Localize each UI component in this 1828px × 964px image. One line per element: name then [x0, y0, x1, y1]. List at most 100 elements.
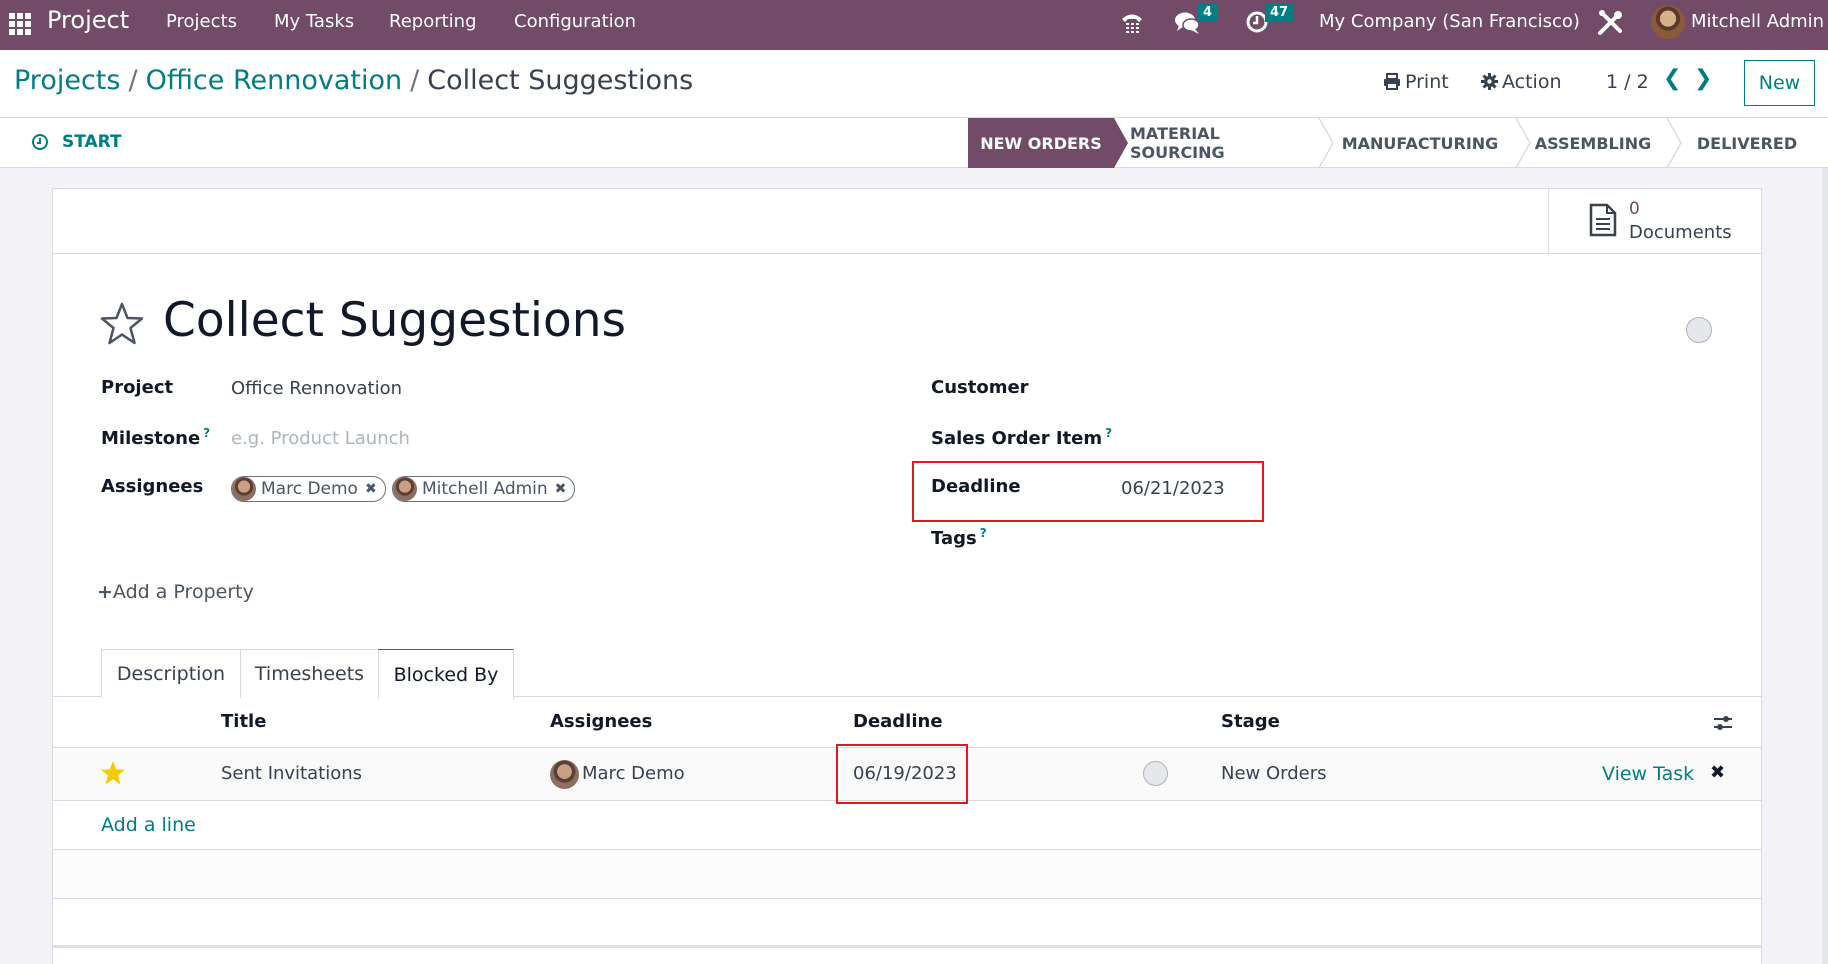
start-label: START [62, 132, 122, 152]
favorite-star-icon[interactable] [99, 301, 145, 347]
documents-button[interactable]: 0 Documents [1548, 189, 1761, 253]
stage-assembling[interactable]: ASSEMBLING [1514, 118, 1664, 168]
sales-order-item-label: Sales Order Item? [931, 426, 1112, 449]
customer-field[interactable] [1121, 378, 1621, 402]
menu-configuration[interactable]: Configuration [514, 11, 636, 32]
delete-row-icon[interactable]: ✖ [1710, 762, 1725, 783]
document-icon [1589, 203, 1617, 237]
stage-separator [1515, 118, 1531, 168]
stage-pipeline: NEW ORDERS MATERIAL SOURCING MANUFACTURI… [968, 118, 1816, 168]
deadline-field[interactable]: 06/21/2023 [1121, 478, 1225, 499]
view-task-button[interactable]: View Task [1602, 763, 1694, 785]
smart-button-box: 0 Documents [53, 189, 1761, 254]
empty-row [53, 850, 1761, 899]
action-label: Action [1502, 71, 1562, 93]
tags-label-text: Tags [931, 528, 977, 549]
breadcrumb-separator: / [410, 65, 420, 96]
pager-previous-icon[interactable]: ❮ [1663, 66, 1681, 91]
tab-blocked-by[interactable]: Blocked By [378, 649, 514, 699]
help-icon[interactable]: ? [980, 526, 987, 540]
top-navbar: Project Projects My Tasks Reporting Conf… [0, 0, 1828, 50]
assignee-tag: Marc Demo ✖ [231, 476, 386, 502]
breadcrumb-project[interactable]: Office Rennovation [146, 65, 403, 96]
column-deadline[interactable]: Deadline [853, 711, 943, 732]
pager-value[interactable]: 1 / 2 [1606, 71, 1649, 93]
column-title[interactable]: Title [221, 711, 266, 732]
avatar [550, 760, 579, 789]
remove-tag-icon[interactable]: ✖ [365, 481, 377, 497]
stage-material-sourcing[interactable]: MATERIAL SOURCING [1114, 118, 1318, 168]
status-bar: START NEW ORDERS MATERIAL SOURCING MANUF… [0, 118, 1828, 168]
customer-label: Customer [931, 377, 1029, 398]
company-switcher[interactable]: My Company (San Francisco) [1319, 11, 1580, 32]
kanban-state-indicator[interactable] [1686, 317, 1712, 343]
column-stage[interactable]: Stage [1221, 711, 1280, 732]
scrollbar[interactable] [1822, 168, 1828, 964]
menu-my-tasks[interactable]: My Tasks [274, 11, 354, 32]
start-timer-button[interactable]: START [32, 132, 122, 152]
breadcrumb-projects[interactable]: Projects [14, 65, 120, 96]
apps-menu-icon[interactable] [9, 13, 31, 35]
tags-label: Tags? [931, 526, 987, 549]
print-label: Print [1405, 71, 1449, 93]
tab-description[interactable]: Description [101, 649, 241, 698]
project-field[interactable]: Office Rennovation [231, 378, 402, 399]
row-assignee: Marc Demo [582, 763, 685, 784]
stage-separator [1318, 118, 1334, 168]
action-button[interactable]: Action [1481, 71, 1562, 95]
print-button[interactable]: Print [1383, 71, 1449, 95]
notebook-tabs: Description Timesheets Blocked By [53, 649, 1761, 699]
gear-icon [1481, 73, 1498, 95]
add-property-button[interactable]: +Add a Property [97, 581, 254, 603]
messages-badge: 4 [1198, 3, 1218, 22]
help-icon[interactable]: ? [203, 426, 210, 440]
list-header: Title Assignees Deadline Stage [53, 698, 1761, 748]
stage-new-orders[interactable]: NEW ORDERS [968, 118, 1128, 168]
remove-tag-icon[interactable]: ✖ [555, 481, 567, 497]
user-menu[interactable]: Mitchell Admin [1691, 11, 1824, 32]
row-deadline: 06/19/2023 [853, 763, 957, 784]
menu-projects[interactable]: Projects [166, 11, 237, 32]
row-stage: New Orders [1221, 763, 1327, 784]
assignee-name: Mitchell Admin [422, 479, 548, 499]
row-title: Sent Invitations [221, 763, 363, 784]
stage-delivered[interactable]: DELIVERED [1664, 118, 1816, 168]
breadcrumb: Projects / Office Rennovation / Collect Sugg… [14, 65, 693, 96]
pager-next-icon[interactable]: ❯ [1694, 66, 1712, 91]
add-line-row: Add a line [53, 801, 1761, 850]
add-line-button[interactable]: Add a line [101, 814, 196, 836]
debug-tools-icon[interactable] [1596, 9, 1624, 43]
task-title[interactable]: Collect Suggestions [163, 293, 626, 348]
stage-manufacturing[interactable]: MANUFACTURING [1318, 118, 1514, 168]
clock-icon [32, 134, 48, 150]
breadcrumb-current: Collect Suggestions [427, 65, 694, 96]
new-button[interactable]: New [1744, 60, 1815, 106]
phone-icon[interactable] [1120, 11, 1144, 43]
help-icon[interactable]: ? [1105, 426, 1112, 440]
form-sheet: 0 Documents Collect Suggestions Project … [52, 188, 1762, 964]
activities-badge: 47 [1265, 3, 1294, 22]
app-name[interactable]: Project [47, 6, 129, 34]
breadcrumb-separator: / [128, 65, 138, 96]
deadline-label: Deadline [931, 476, 1021, 497]
avatar [393, 477, 417, 501]
row-kanban-state[interactable] [1143, 761, 1168, 786]
project-label: Project [101, 377, 174, 398]
user-avatar[interactable] [1651, 5, 1685, 39]
assignee-tag: Mitchell Admin ✖ [392, 476, 576, 502]
milestone-label-text: Milestone [101, 428, 201, 449]
add-property-label: Add a Property [112, 581, 254, 603]
stage-separator [1666, 118, 1682, 168]
empty-row [53, 899, 1761, 948]
optional-columns-icon[interactable] [1713, 714, 1733, 732]
column-assignees[interactable]: Assignees [550, 711, 652, 732]
documents-count: 0 [1629, 199, 1640, 219]
tab-timesheets[interactable]: Timesheets [240, 649, 379, 698]
priority-star-icon[interactable] [100, 760, 126, 786]
table-row[interactable]: Sent Invitations Marc Demo 06/19/2023 Ne… [53, 744, 1761, 804]
control-panel: Projects / Office Rennovation / Collect Sugg… [0, 50, 1828, 118]
menu-reporting[interactable]: Reporting [389, 11, 477, 32]
plus-icon: + [97, 581, 113, 603]
milestone-field[interactable]: e.g. Product Launch [231, 428, 410, 449]
assignee-name: Marc Demo [261, 479, 358, 499]
